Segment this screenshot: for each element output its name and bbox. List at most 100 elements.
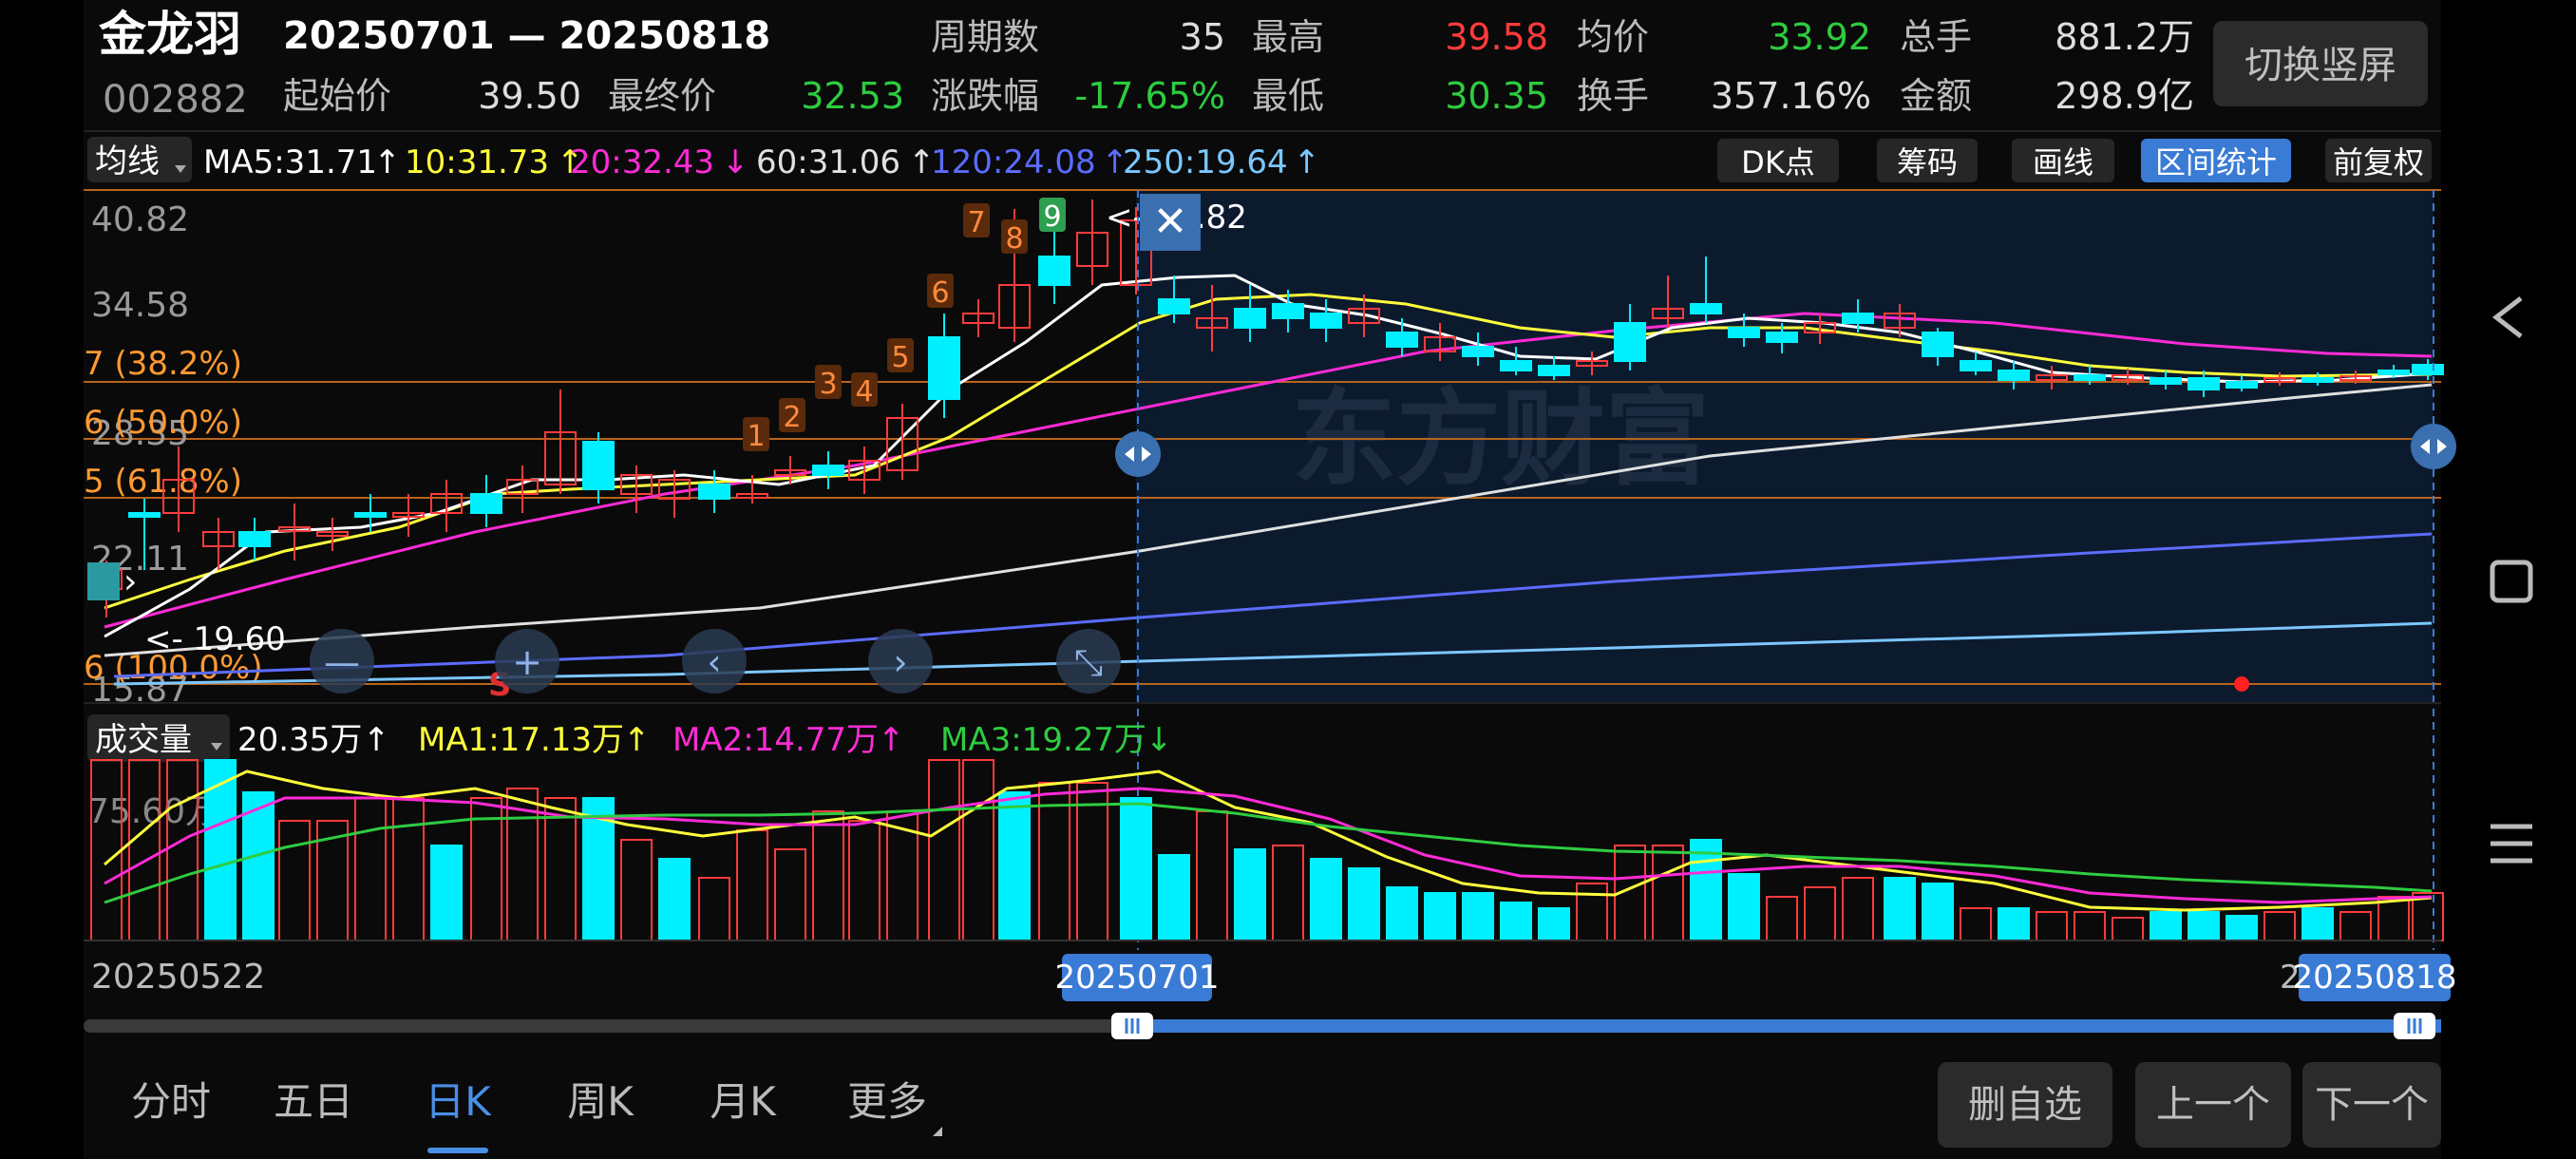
trend-arrow-icon: ↓ [1146, 721, 1173, 759]
svg-text:均线: 均线 [95, 142, 160, 180]
volume-bar [1728, 873, 1760, 941]
chart-control-button[interactable]: ⤡ [1056, 629, 1121, 694]
stat-value: 33.92 [1768, 16, 1871, 58]
tab-item[interactable]: 五日 [274, 1078, 353, 1125]
range-drag-handle[interactable] [2411, 424, 2456, 469]
fib-label: 7 (38.2%) [84, 345, 242, 383]
stat-label: 周期数 [931, 16, 1039, 58]
stat-value: 30.35 [1445, 75, 1548, 117]
bottom-action-button[interactable]: 下一个 [2302, 1062, 2441, 1148]
svg-text:2: 2 [783, 401, 801, 434]
svg-text:MA5:31.71: MA5:31.71 [203, 143, 377, 181]
stat-value: 35 [1180, 16, 1225, 58]
tab-item[interactable]: 分时 [131, 1078, 211, 1125]
svg-text:120:24.08: 120:24.08 [931, 143, 1096, 181]
zoom-in-icon: + [512, 641, 542, 683]
expand-left-button[interactable]: › [87, 562, 137, 601]
td-count-marker: 2 [779, 398, 805, 434]
volume-bar [1386, 886, 1418, 941]
range-end-handle[interactable] [2394, 1013, 2435, 1039]
volume-bar [2226, 915, 2258, 941]
svg-text:分时: 分时 [131, 1078, 211, 1125]
bottom-action-button[interactable]: 上一个 [2135, 1062, 2291, 1148]
chevron-right-icon: › [123, 562, 137, 601]
ma-value: 20:32.43 ↓ [570, 143, 749, 181]
chart-tool-button[interactable]: DK点 [1717, 139, 1839, 182]
stat-value: 298.9亿 [2055, 75, 2194, 117]
tab-item[interactable]: 月K [710, 1078, 777, 1125]
stat-label: 最终价 [608, 75, 716, 117]
svg-text:250:19.64: 250:19.64 [1123, 143, 1288, 181]
svg-text:MA3:19.27万: MA3:19.27万 [940, 721, 1146, 759]
svg-text:成交量: 成交量 [95, 721, 192, 759]
stat-label: 换手 [1577, 75, 1649, 117]
stock-name: 金龙羽 [99, 7, 241, 62]
zoom-out-icon: — [324, 641, 360, 683]
svg-text:5: 5 [891, 341, 909, 374]
scroll-left-icon: ‹ [707, 641, 721, 683]
chart-tool-button[interactable]: 区间统计 [2141, 139, 2291, 182]
svg-text:删自选: 删自选 [1968, 1083, 2082, 1127]
tab-item[interactable]: 周K [567, 1078, 635, 1125]
stat-value: 32.53 [801, 75, 904, 117]
range-start-handle[interactable] [1111, 1013, 1153, 1039]
volume-bar [1424, 892, 1456, 941]
svg-text:月K: 月K [710, 1078, 777, 1125]
svg-text:4: 4 [855, 375, 873, 408]
price-axis-label: 34.58 [91, 286, 189, 325]
volume-bar [204, 759, 237, 941]
stat-value: 357.16% [1711, 75, 1871, 117]
bottom-actions: 删自选 上一个 下一个 [1938, 1062, 2441, 1148]
chart-control-button[interactable]: + [495, 629, 559, 694]
svg-text:6: 6 [931, 276, 949, 310]
chart-control-button[interactable]: › [868, 629, 933, 694]
volume-bar [1462, 892, 1494, 941]
volume-bar [658, 858, 691, 941]
svg-text:画线: 画线 [2033, 144, 2093, 180]
switch-portrait-button[interactable]: 切换竖屏 [2213, 21, 2428, 106]
bottom-action-button[interactable]: 删自选 [1938, 1062, 2112, 1148]
stat-value: -17.65% [1074, 75, 1225, 117]
range-drag-handle[interactable] [1115, 431, 1161, 477]
svg-text:前复权: 前复权 [2333, 144, 2424, 180]
volume-bar [1884, 877, 1916, 941]
volume-indicator-bar: 成交量 20.35万 ↑ MA1:17.13万↑ MA2:14.77万↑ MA3:19.… [87, 714, 1173, 762]
ma-indicator-bar: 均线 MA5:31.71↑ 10:31.73 ↑20:32.43 ↓ 60:31.06 ↑… [87, 137, 2432, 182]
chart-tool-button[interactable]: 筹码 [1877, 139, 1978, 182]
fib-label: 6 (50.0%) [84, 404, 242, 442]
stat-label: 均价 [1577, 16, 1649, 58]
td-count-marker: 1 [743, 417, 769, 453]
stat-label: 最低 [1252, 75, 1324, 117]
svg-text:8: 8 [1005, 222, 1023, 256]
volume-bar [1538, 907, 1570, 941]
volume-bar [430, 845, 463, 941]
low-price-marker: <- 19.60 [144, 620, 286, 658]
chart-tool-button[interactable]: 前复权 [2325, 139, 2432, 182]
range-selection [1130, 1019, 2441, 1033]
close-range-button[interactable]: ✕ [1140, 194, 1201, 251]
svg-text:切换竖屏: 切换竖屏 [2245, 44, 2396, 87]
trend-arrow-icon: ↑ [878, 721, 905, 759]
svg-text:20:32.43: 20:32.43 [570, 143, 714, 181]
chart-control-button[interactable]: — [310, 629, 374, 694]
stat-value: 881.2万 [2055, 16, 2194, 58]
svg-text:五日: 五日 [274, 1078, 353, 1125]
volume-axis-label: 75.60万 [87, 792, 219, 831]
svg-text:筹码: 筹码 [1897, 144, 1958, 180]
volume-bar [1310, 858, 1342, 941]
volume-ma-value: 20.35万 ↑ [237, 721, 390, 759]
volume-ma-value: MA2:14.77万↑ [672, 721, 905, 759]
ma-dropdown[interactable]: 均线 [87, 137, 192, 182]
stat-label: 最高 [1252, 16, 1324, 58]
trend-arrow-icon: ↑ [374, 143, 402, 181]
chart-tool-button[interactable]: 画线 [2012, 139, 2114, 182]
event-dot [2234, 676, 2249, 692]
stat-value: 39.58 [1445, 16, 1548, 58]
stat-label: 金额 [1900, 75, 1972, 117]
volume-dropdown[interactable]: 成交量 [87, 714, 230, 762]
stock-code: 002882 [103, 78, 248, 122]
stat-value: 39.50 [478, 75, 581, 117]
volume-bar [1500, 902, 1532, 941]
stat-label: 总手 [1900, 16, 1972, 58]
chart-control-button[interactable]: ‹ [682, 629, 747, 694]
